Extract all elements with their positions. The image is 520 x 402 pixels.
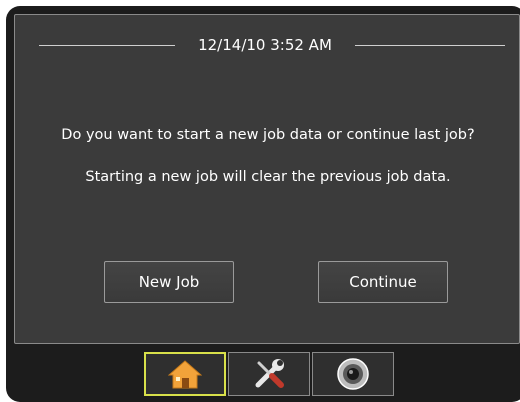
device-frame: 12/14/10 3:52 AM Do you want to start a … — [6, 6, 520, 402]
dialog-screen: 12/14/10 3:52 AM Do you want to start a … — [14, 14, 520, 344]
bottom-tab-bar — [6, 352, 520, 402]
new-job-button[interactable]: New Job — [104, 261, 234, 303]
dialog-warning: Starting a new job will clear the previo… — [85, 169, 451, 185]
camera-icon — [337, 358, 369, 390]
continue-button[interactable]: Continue — [318, 261, 448, 303]
header-divider-left — [39, 45, 175, 46]
header-divider-right — [355, 45, 505, 46]
dialog-question: Do you want to start a new job data or c… — [61, 127, 475, 143]
tab-camera[interactable] — [312, 352, 394, 396]
datetime-display: 12/14/10 3:52 AM — [198, 36, 332, 54]
home-icon — [168, 360, 202, 389]
tools-icon — [255, 359, 284, 388]
tab-home[interactable] — [144, 352, 226, 396]
tab-tools[interactable] — [228, 352, 310, 396]
